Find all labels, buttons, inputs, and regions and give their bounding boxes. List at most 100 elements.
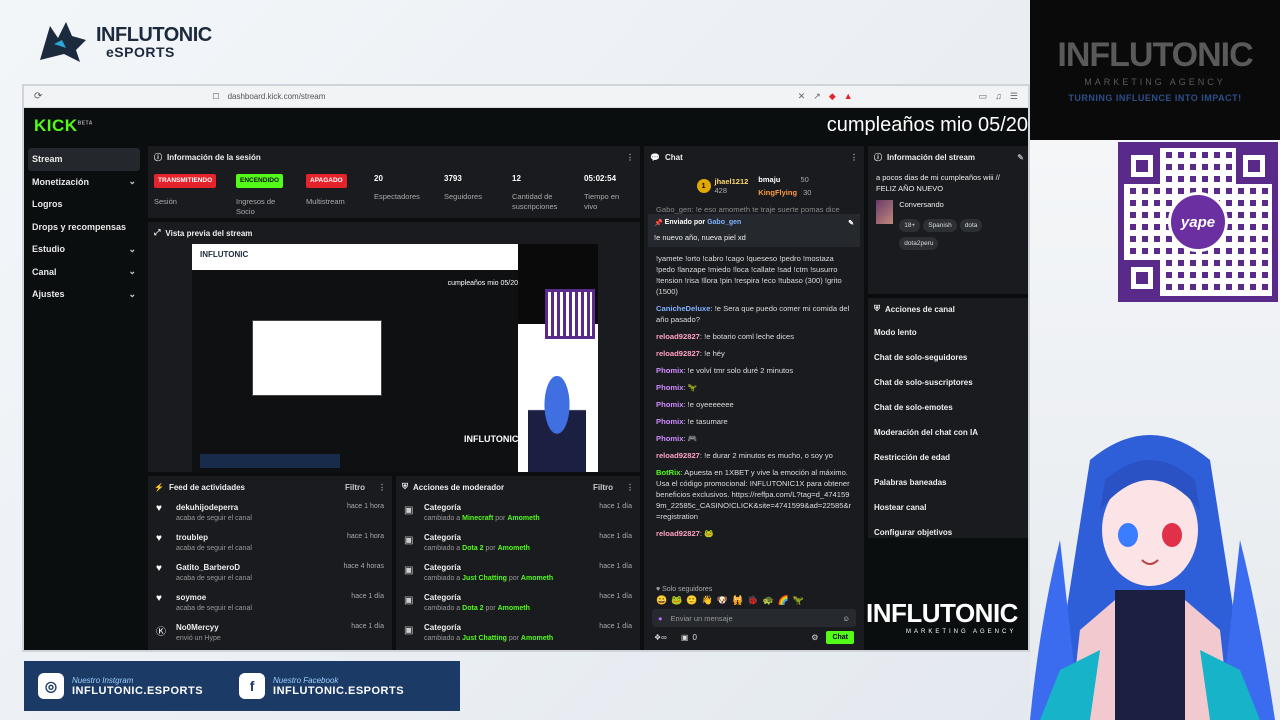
agency-sub: MARKETING AGENCY [1084,77,1226,87]
session-info-panel: ⓘ Información de la sesión ⋮ TRANSMITIENDO… [148,146,640,218]
menu-icon[interactable]: ☰ [1010,91,1018,102]
mod-filter-button[interactable]: Filtro [593,483,613,492]
kick-logo[interactable]: KICKBETA [34,116,93,136]
list-item: ▣ Categoría cambiado a Dota 2 por Amometh h… [404,593,632,612]
chat-message: Phomix: 🎮 [656,434,698,443]
emoji-icon: ☺ [842,613,850,623]
yape-qr-code: yape [1118,142,1278,302]
chat-message: reload92827: !e botario coml leche dices [656,332,795,341]
partner-income-status: ENCENDIDO Ingresos de Socio [236,174,292,217]
sidebar-item-channel[interactable]: Canal ⌄ [28,261,140,284]
action-host-channel[interactable]: Hostear canal [868,495,1028,520]
tag: dota [959,219,983,232]
share-icon[interactable]: ↗ [813,91,821,102]
emote-bar[interactable]: 😀🐸🙂👋🐶🙀🐞🐢🌈🦖 [644,595,864,606]
sidebar-item-drops[interactable]: Drops y recompensas [28,216,140,239]
gift-icon[interactable]: ▣ [681,633,689,642]
live-time-stat: 05:02:54 Tiempo en vivo [584,174,620,212]
chat-message: reload92827: !e durar 2 minutos es mucho… [656,451,833,460]
chevron-down-icon: ⌄ [128,176,136,187]
chat-icon: 💬 [650,152,660,162]
brand-name: INFLUTONIC [96,24,212,46]
agency-logo: INFLUTONIC MARKETING AGENCY TURNING INFL… [1040,36,1270,103]
list-item: ♥ soymoe acaba de seguir el canal hace 1 dí… [156,593,384,612]
reload-icon[interactable]: ⟳ [34,91,42,102]
list-item: ▣ Categoría cambiado a Dota 2 por Amometh h… [404,533,632,552]
feed-filter-button[interactable]: Filtro [345,483,365,492]
sidebar-icon[interactable]: ▭ [979,91,988,102]
stream-preview[interactable]: INFLUTONIC cumpleaños mio 05/20 INFLUTON… [192,244,598,472]
heart-icon: ♥ [156,533,162,544]
action-subscribers-only[interactable]: Chat de solo-suscriptores [868,370,1028,395]
points-icon[interactable]: ❖∞ [654,633,667,642]
sidebar-item-stream[interactable]: Stream [28,148,140,171]
chevron-down-icon: ⌄ [128,288,136,299]
action-banned-words[interactable]: Palabras baneadas [868,470,1028,495]
preview-icon: ⤢ [154,228,161,237]
more-icon[interactable]: ⋮ [626,483,634,492]
send-chat-button[interactable]: Chat [826,631,854,644]
category-icon: ▣ [404,505,414,516]
sidebar-item-achievements[interactable]: Logros [28,193,140,216]
heart-icon: ♥ [156,563,162,574]
category-icon: ▣ [404,565,414,576]
url-field[interactable]: dashboard.kick.com/stream [228,92,798,101]
stream-info-title: a pocos dias de mi cumpleaños wiii // FE… [876,173,1000,193]
chat-message: reload92827: 🐸 [656,529,714,538]
info-icon: ⓘ [874,152,882,162]
edit-icon[interactable]: ✎ [1017,153,1024,162]
heart-icon: ♥ [156,593,162,604]
kick-icon: Ⓚ [156,627,166,638]
session-status: TRANSMITIENDO Sesión [154,174,217,207]
settings-icon[interactable]: ⚙ [811,633,818,642]
sidebar-item-settings[interactable]: Ajustes ⌄ [28,283,140,306]
category-name: Conversando [899,200,944,209]
browser-window: ⟳ ☐ dashboard.kick.com/stream ✕ ↗ ◆ ▲ ▭ … [22,84,1030,652]
agency-tagline: TURNING INFLUENCE INTO IMPACT! [1068,93,1242,103]
chat-message: !yamete !orto !cabro !cago !queseso !ped… [656,254,842,296]
mute-icon[interactable]: ✕ [798,91,806,102]
yape-logo: yape [1168,192,1228,252]
agency-name: INFLUTONIC [1057,36,1253,74]
mic-icon: ● [658,613,663,623]
chat-message: BotRix: Apuesta en 1XBET y vive la emoci… [656,468,852,521]
subs-stat: 12 Cantidad de suscripciones [512,174,558,212]
warning-icon[interactable]: ▲ [844,91,853,102]
instagram-icon: ◎ [38,673,64,699]
action-slow-mode[interactable]: Modo lento [868,320,1028,345]
chat-input[interactable]: ● Enviar un mensaje ☺ [652,609,856,627]
mod-actions-panel: ⛨ Acciones de moderador Filtro ⋮ ▣ Categoría… [396,476,640,650]
action-followers-only[interactable]: Chat de solo-seguidores [868,345,1028,370]
stream-title-overlay: cumpleaños mio 05/20 [826,114,1028,136]
shield-icon: ⛨ [402,482,408,491]
category-icon: ▣ [404,595,414,606]
chat-message: Phomix: !e volví tmr solo duré 2 minutos [656,366,794,375]
action-ai-moderation[interactable]: Moderación del chat con IA [868,420,1028,445]
tag: 18+ [899,219,921,232]
social-banner: ◎ Nuestro Instgram INFLUTONIC.ESPORTS f N… [24,661,460,711]
top-gifters: 1 jhael1212 428 bmaju 50 KingFlying 30 [644,168,864,204]
sidebar-item-monetization[interactable]: Monetización ⌄ [28,171,140,194]
bookmark-icon[interactable]: ☐ [212,92,219,101]
list-item: ▣ Categoría cambiado a Just Chatting por A… [404,623,632,642]
action-emotes-only[interactable]: Chat de solo-emotes [868,395,1028,420]
shield-icon: ⛨ [874,304,880,313]
action-age-restriction[interactable]: Restricción de edad [868,445,1028,470]
rank-badge: 1 [696,179,711,193]
pin-icon: 📌 [654,220,663,227]
sidebar-item-studio[interactable]: Estudio ⌄ [28,238,140,261]
address-bar: ⟳ ☐ dashboard.kick.com/stream ✕ ↗ ◆ ▲ ▭ … [24,86,1028,108]
more-icon[interactable]: ⋮ [850,153,858,162]
multistream-status: APAGADO Multistream [306,174,347,207]
shield-icon[interactable]: ◆ [829,91,836,102]
pinned-message[interactable]: 📌 Enviado por Gabo_gen ✎ !e nuevo año, nu… [648,214,860,247]
music-icon[interactable]: ♫ [995,91,1002,102]
vtuber-avatar [1030,435,1275,720]
bolt-icon: ⚡ [154,482,164,492]
action-set-goals[interactable]: Configurar objetivos [868,520,1028,545]
more-icon[interactable]: ⋮ [378,483,386,492]
chevron-down-icon: ⌄ [128,243,136,254]
wolf-icon [40,22,86,62]
more-icon[interactable]: ⋮ [626,153,634,162]
kick-dashboard: KICKBETA cumpleaños mio 05/20 Stream Mon… [24,108,1028,650]
